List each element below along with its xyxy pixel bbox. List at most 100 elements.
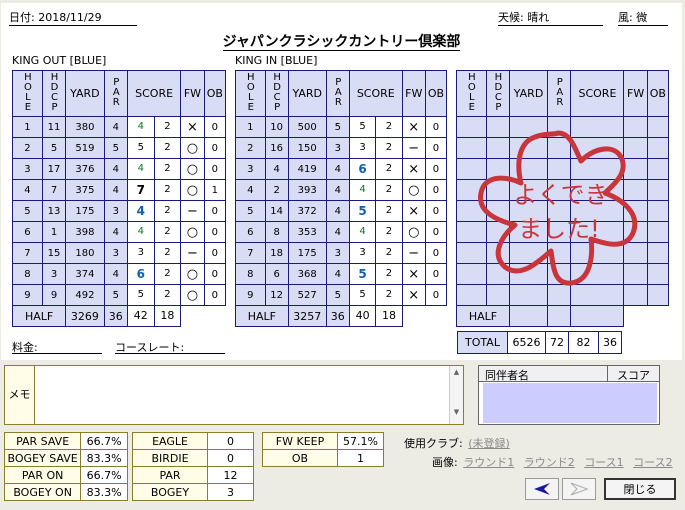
table-row: 8 3 374 4 6 2 ○ 0 [12,263,227,285]
table-row: 4 2 393 4 4 2 ○ 0 [235,179,448,201]
in-half-label: HALF [235,305,289,327]
score-cell[interactable]: 42 [126,200,182,222]
score-cell[interactable]: 42 [348,221,403,243]
image-round2-link[interactable]: ラウンド2 [524,456,575,469]
memo-scrollbar[interactable]: ▲ ▼ [449,366,463,424]
stat-label: BOGEY [131,483,209,501]
third-header-hdcp: HDCP [485,70,510,117]
hole-number: 1 [12,116,43,138]
hole-score: 4 [128,222,155,242]
score-cell[interactable]: 52 [348,200,403,222]
image-course2-link[interactable]: コース2 [633,456,672,469]
hole-number: 7 [235,242,266,264]
hole-putts: 2 [385,163,393,174]
hole-putts: 2 [385,289,393,300]
score-cell[interactable]: 52 [348,263,403,285]
in-half-blank [402,305,447,327]
stamp-line2: ました! [518,215,600,243]
close-button[interactable]: 閉じる [604,478,676,500]
score-cell[interactable]: 42 [348,179,403,201]
stat-value: 66.7% [80,466,128,484]
hole-par: 4 [103,116,128,138]
score-cell[interactable]: 62 [348,158,403,180]
out-header-score-text: SCORE [135,87,174,100]
hole-yard: 175 [65,200,105,222]
blank-cell [570,305,625,327]
scroll-up-icon[interactable]: ▲ [450,368,463,376]
previous-button[interactable] [525,478,559,500]
score-cell[interactable]: 42 [126,116,182,138]
in-header-fw: FW [401,70,426,117]
hole-par: 4 [325,263,350,285]
date-field: 日付: 2018/11/29 [9,9,137,26]
in-header-score: SCORE [348,70,403,117]
club-info: 使用クラブ: (未登録) 画像: ラウンド1 ラウンド2 コース1 コース2 [404,435,673,470]
stat-label: PAR [131,466,209,484]
companions-list[interactable]: 同伴者名 スコア [478,365,660,425]
stat-value: 3 [207,483,254,501]
score-cell[interactable]: 52 [348,116,403,138]
hole-fairway: ○ [401,221,426,243]
stat-label: FW KEEP [261,432,339,450]
hole-fairway: ○ [180,137,205,159]
fairway-stats-table: FW KEEP 57.1% OB 1 [261,432,384,467]
total-putt: 36 [598,331,622,354]
table-row: 2 16 150 3 3 2−0 [235,137,448,159]
hole-putts: 2 [385,142,393,153]
hole-par: 4 [103,158,128,180]
image-round1-link[interactable]: ラウンド1 [463,456,514,469]
third-header-hole: HOLE [456,70,487,117]
out-half-blank [180,305,226,327]
out-half-yard: 3269 [65,305,105,327]
score-cell[interactable]: 32 [348,242,403,264]
hole-fairway: − [180,200,205,222]
hole-number: 4 [235,179,266,201]
image-course1-link[interactable]: コース1 [584,456,623,469]
hole-score: 5 [350,264,377,284]
hole-yard: 500 [287,116,327,138]
hole-putts: 2 [164,184,171,195]
companion-name-header: 同伴者名 [485,369,529,382]
hole-score: 4 [128,159,155,179]
score-cell[interactable]: 72 [126,179,182,201]
hole-putts: 2 [385,268,393,279]
out-header-score: SCORE [126,70,182,117]
image-label: 画像: [432,456,458,469]
score-cell[interactable]: 52 [348,284,403,306]
companions-body[interactable] [483,383,657,423]
arrow-right-icon [570,482,589,496]
out-header-ob: OB [203,70,227,117]
hole-putts: 2 [164,247,171,258]
hole-ob: 0 [203,221,227,243]
hole-number: 7 [12,242,43,264]
next-button[interactable] [562,478,596,500]
hole-score: 3 [350,138,377,158]
score-cell[interactable]: 32 [126,242,182,264]
score-cell[interactable]: 62 [126,263,182,285]
score-cell[interactable]: 42 [126,221,182,243]
score-cell[interactable]: 32 [348,137,403,159]
out-header-fw-text: FW [183,87,202,100]
club-link[interactable]: (未登録) [468,437,510,450]
score-cell[interactable]: 52 [126,137,182,159]
hole-number: 3 [235,158,266,180]
score-cell[interactable]: 42 [126,158,182,180]
hole-hdcp: 9 [41,284,67,306]
scroll-down-icon[interactable]: ▼ [450,408,463,416]
score-cell[interactable]: 52 [126,284,182,306]
memo-field[interactable]: メモ ▲ ▼ [4,365,464,425]
stat-label: PAR ON [3,466,82,484]
hole-fairway: ○ [180,179,205,201]
out-half-putt-value: 18 [160,309,175,322]
out-half-label: HALF [11,305,67,327]
out-half-score-value: 42 [128,306,155,326]
table-row: 6 1 398 4 4 2 ○ 0 [12,221,227,243]
hole-ob: 0 [203,263,227,285]
companion-score-header: スコア [617,369,650,382]
hole-par: 4 [103,263,128,285]
hole-ob: 0 [424,158,448,180]
stat-row: PAR ON 66.7% [3,466,128,484]
hole-fairway: × [401,200,426,222]
hole-score: 4 [128,117,155,137]
wind-field: 風: 微 [618,9,668,26]
